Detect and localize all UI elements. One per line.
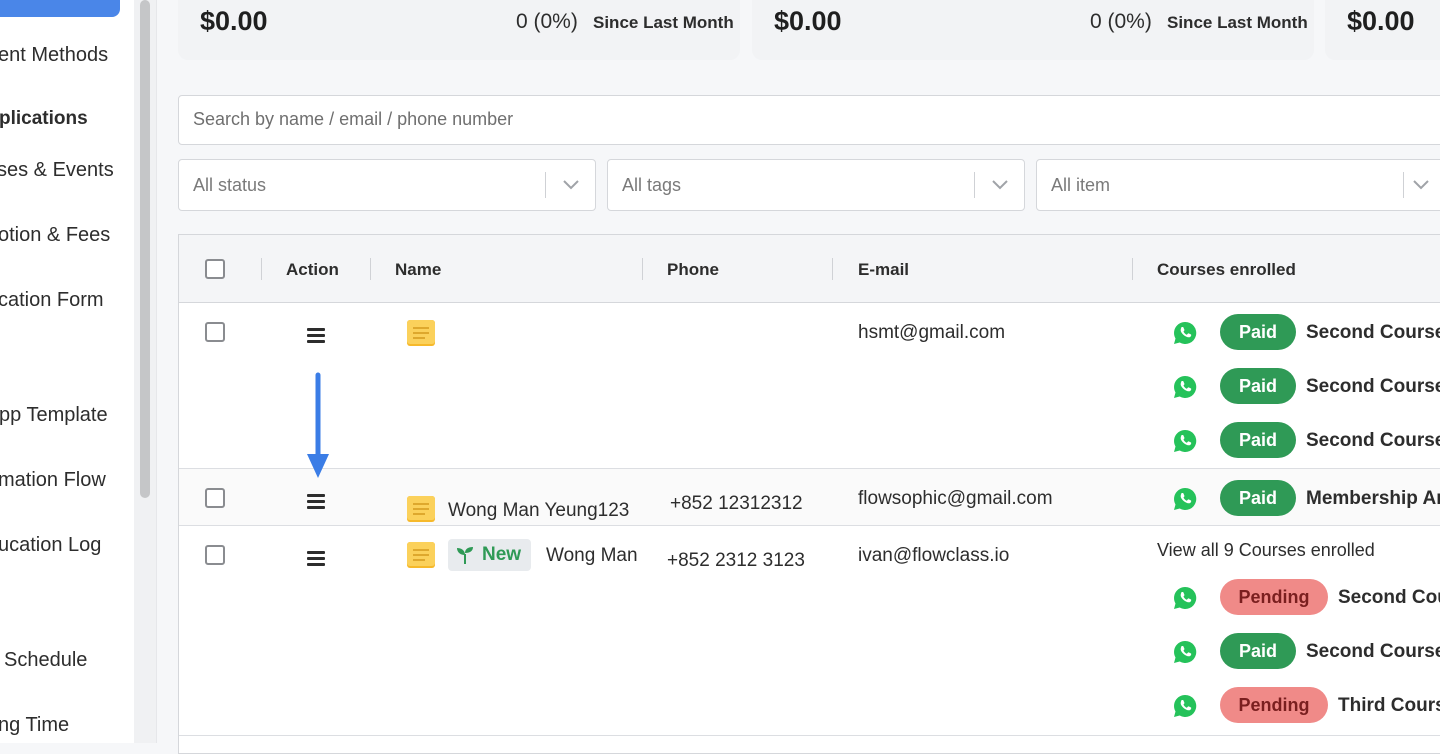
column-header-email[interactable]: E-mail	[858, 260, 909, 280]
stat-card: $0.00 0 (0%) Since Last Month	[178, 0, 740, 60]
course-name: Second Course	[1306, 641, 1440, 662]
item-filter-value: All item	[1051, 175, 1111, 195]
column-separator	[1132, 258, 1133, 280]
sidebar-item-label: ent Methods	[0, 44, 109, 66]
chevron-down-icon	[992, 180, 1008, 190]
name-cell[interactable]: Wong Man Yeung123	[448, 500, 629, 522]
course-name: Second Course	[1306, 322, 1440, 343]
whatsapp-icon[interactable]	[1172, 639, 1198, 665]
payment-status-badge: Paid	[1220, 422, 1296, 458]
new-tag-label: New	[482, 544, 522, 565]
payment-status-badge: Pending	[1220, 579, 1328, 615]
note-icon[interactable]	[405, 494, 437, 524]
stat-change: 0 (0%)	[1090, 10, 1152, 33]
customers-table: Action Name Phone E-mail Courses enrolle…	[178, 234, 1440, 754]
email-cell: flowsophic@gmail.com	[858, 488, 1053, 509]
row-divider	[179, 735, 1440, 736]
row-checkbox[interactable]	[205, 322, 225, 342]
sidebar-item-label: cation Form	[0, 289, 104, 311]
sidebar: ent Methods plications ses & Events otio…	[0, 0, 134, 743]
stat-change: 0 (0%)	[516, 10, 578, 33]
table-row[interactable]: New Wong Man +852 2312 3123 ivan@flowcla…	[179, 526, 1440, 741]
filter-separator	[974, 172, 975, 198]
whatsapp-icon[interactable]	[1172, 374, 1198, 400]
sidebar-divider	[156, 0, 157, 743]
stat-amount: $0.00	[1347, 6, 1415, 36]
view-all-courses-link[interactable]: View all 9 Courses enrolled	[1157, 540, 1375, 561]
whatsapp-icon[interactable]	[1172, 585, 1198, 611]
tags-filter-select[interactable]: All tags	[607, 159, 1025, 211]
item-filter-select[interactable]: All item	[1036, 159, 1440, 211]
note-icon[interactable]	[405, 540, 437, 570]
column-header-phone[interactable]: Phone	[667, 260, 719, 280]
course-name: Second Course	[1306, 430, 1440, 451]
stat-amount: $0.00	[774, 6, 842, 36]
tags-filter-value: All tags	[622, 175, 682, 195]
sidebar-scrollbar-thumb[interactable]	[140, 0, 150, 498]
sidebar-item-label: ucation Log	[0, 534, 102, 556]
stat-since-label: Since Last Month	[593, 13, 734, 32]
status-filter-value: All status	[193, 175, 267, 195]
stat-card: $0.00 0 (0%) Since Last Month	[752, 0, 1314, 60]
payment-status-badge: Paid	[1220, 633, 1296, 669]
column-separator	[370, 258, 371, 280]
arrow-down-icon	[307, 372, 329, 478]
course-name: Third Course	[1338, 695, 1440, 716]
note-icon[interactable]	[405, 318, 437, 348]
sprout-icon	[457, 547, 473, 564]
stat-since-label: Since Last Month	[1167, 13, 1308, 32]
column-header-name[interactable]: Name	[395, 260, 441, 280]
column-separator	[261, 258, 262, 280]
table-row[interactable]: hsmt@gmail.com Paid Second Course Paid S…	[179, 302, 1440, 468]
sidebar-item-label: Schedule	[4, 649, 88, 671]
stat-amount: $0.00	[200, 6, 268, 36]
status-filter-select[interactable]: All status	[178, 159, 596, 211]
sidebar-item-label: ses & Events	[0, 159, 114, 181]
sidebar-item-label: pp Template	[0, 404, 108, 426]
search-input[interactable]	[191, 108, 1095, 131]
new-customer-tag: New	[448, 539, 532, 571]
whatsapp-icon[interactable]	[1172, 428, 1198, 454]
chevron-down-icon	[563, 180, 579, 190]
table-header: Action Name Phone E-mail Courses enrolle…	[179, 235, 1440, 303]
column-separator	[642, 258, 643, 280]
table-row[interactable]: Wong Man Yeung123 +852 12312312 flowsoph…	[179, 469, 1440, 525]
column-header-courses[interactable]: Courses enrolled	[1157, 260, 1296, 280]
whatsapp-icon[interactable]	[1172, 693, 1198, 719]
email-cell: hsmt@gmail.com	[858, 322, 1006, 343]
column-separator	[832, 258, 833, 280]
sidebar-active-button[interactable]	[0, 0, 120, 17]
filter-separator	[1403, 172, 1404, 198]
filter-separator	[545, 172, 546, 198]
name-cell[interactable]: Wong Man	[546, 545, 638, 567]
row-checkbox[interactable]	[205, 545, 225, 565]
whatsapp-icon[interactable]	[1172, 320, 1198, 346]
chevron-down-icon	[1413, 180, 1429, 190]
select-all-checkbox[interactable]	[205, 259, 225, 279]
row-action-menu-icon[interactable]	[307, 551, 325, 569]
phone-cell: +852 2312 3123	[667, 550, 805, 571]
sidebar-section-label: plications	[0, 108, 88, 129]
course-name: Second Course	[1306, 376, 1440, 397]
payment-status-badge: Pending	[1220, 687, 1328, 723]
phone-cell: +852 12312312	[670, 493, 803, 514]
course-name: Membership Ar	[1306, 488, 1440, 509]
row-checkbox[interactable]	[205, 488, 225, 508]
search-box[interactable]	[178, 95, 1440, 145]
row-action-menu-icon[interactable]	[307, 494, 325, 512]
sidebar-item-label: otion & Fees	[0, 224, 111, 246]
row-action-menu-icon[interactable]	[307, 328, 325, 346]
payment-status-badge: Paid	[1220, 480, 1296, 516]
email-cell: ivan@flowclass.io	[858, 545, 1010, 566]
sidebar-item-label: mation Flow	[0, 469, 106, 491]
column-header-action[interactable]: Action	[286, 260, 339, 280]
payment-status-badge: Paid	[1220, 368, 1296, 404]
sidebar-item-label: ng Time	[0, 714, 70, 736]
course-name: Second Cour	[1338, 587, 1440, 608]
stat-card: $0.00	[1325, 0, 1440, 60]
whatsapp-icon[interactable]	[1172, 486, 1198, 512]
payment-status-badge: Paid	[1220, 314, 1296, 350]
